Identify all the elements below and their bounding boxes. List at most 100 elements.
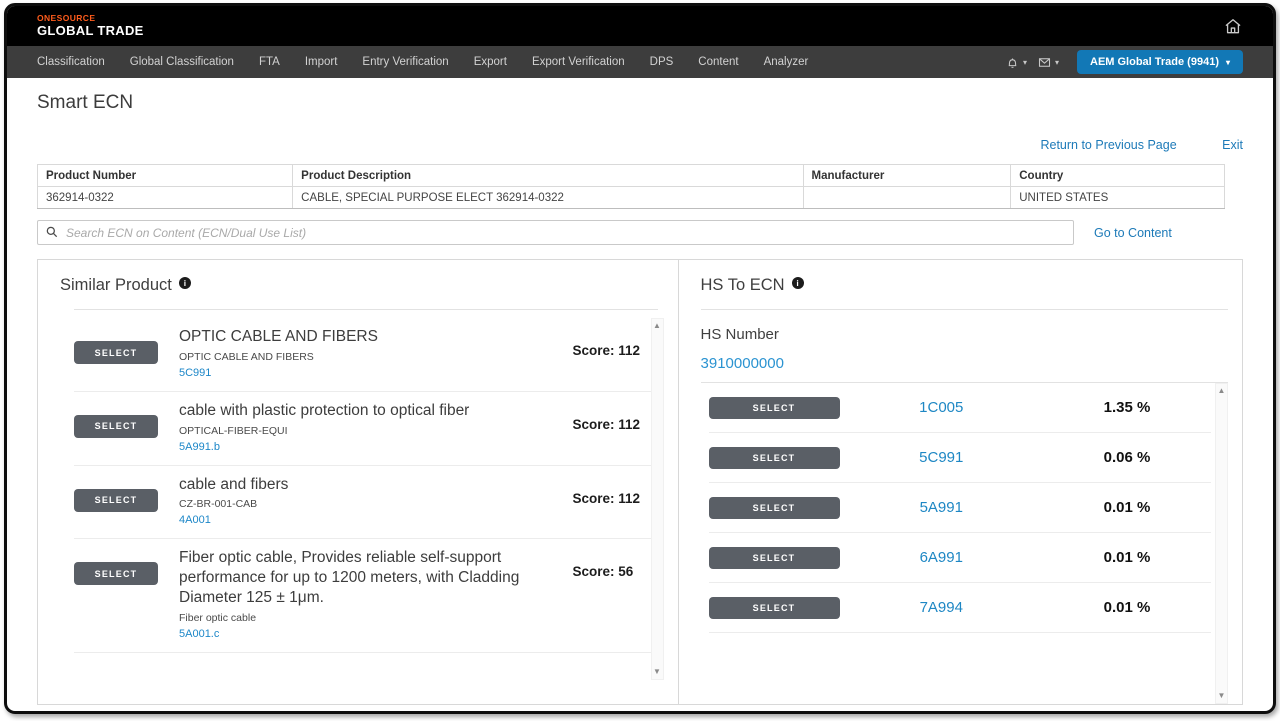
go-to-content-link[interactable]: Go to Content: [1094, 226, 1172, 240]
cell-country: UNITED STATES: [1011, 187, 1225, 209]
list-item: SELECT 5A991 0.01 %: [709, 483, 1211, 533]
ecn-code-link[interactable]: 5A991.b: [179, 441, 220, 453]
ecn-code-link[interactable]: 7A994: [840, 599, 1043, 616]
chevron-down-icon: ▾: [1055, 58, 1059, 67]
ecn-code-link[interactable]: 5C991: [179, 367, 211, 379]
nav-item-dps[interactable]: DPS: [650, 56, 674, 68]
item-title: OPTIC CABLE AND FIBERS: [179, 327, 563, 347]
ecn-code-link[interactable]: 5C991: [840, 449, 1043, 466]
nav-item-content[interactable]: Content: [698, 56, 738, 68]
similar-product-title: Similar Product i: [60, 276, 664, 295]
return-to-previous-page-link[interactable]: Return to Previous Page: [1040, 138, 1176, 152]
percent-value: 0.01 %: [1043, 499, 1211, 516]
list-item: SELECT cable and fibers CZ-BR-001-CAB 4A…: [74, 466, 651, 540]
scroll-down-icon[interactable]: ▼: [1218, 692, 1226, 700]
nav-item-entry-verification[interactable]: Entry Verification: [362, 56, 448, 68]
item-title: Fiber optic cable, Provides reliable sel…: [179, 548, 563, 607]
search-row: Go to Content: [37, 220, 1243, 245]
cell-product-description: CABLE, SPECIAL PURPOSE ELECT 362914-0322: [293, 187, 803, 209]
percent-value: 0.06 %: [1043, 449, 1211, 466]
nav-item-export-verification[interactable]: Export Verification: [532, 56, 625, 68]
brand-global-trade: GLOBAL TRADE: [37, 24, 144, 38]
col-header-product-description: Product Description: [293, 165, 803, 187]
search-icon: [45, 225, 59, 239]
select-button[interactable]: SELECT: [709, 497, 840, 519]
nav-item-global-classification[interactable]: Global Classification: [130, 56, 234, 68]
select-button[interactable]: SELECT: [74, 562, 158, 585]
similar-product-list-wrapper: SELECT OPTIC CABLE AND FIBERS OPTIC CABL…: [60, 318, 664, 680]
list-item: SELECT 7A994 0.01 %: [709, 583, 1211, 633]
nav-item-fta[interactable]: FTA: [259, 56, 280, 68]
list-item: SELECT 1C005 1.35 %: [709, 383, 1211, 433]
nav-right-cluster: ▾ ▾ AEM Global Trade (9941) ▾: [1005, 50, 1243, 74]
exit-link[interactable]: Exit: [1222, 138, 1243, 152]
results-panels: Similar Product i SELECT OPTIC CABLE AND…: [37, 259, 1243, 705]
score-label: Score: 112: [573, 327, 651, 358]
top-links: Return to Previous Page Exit: [37, 138, 1243, 152]
select-button[interactable]: SELECT: [74, 489, 158, 512]
nav-item-import[interactable]: Import: [305, 56, 338, 68]
product-table-header-row: Product Number Product Description Manuf…: [38, 165, 1225, 187]
ecn-code-link[interactable]: 1C005: [840, 399, 1043, 416]
list-item: SELECT Fiber optic cable, Provides relia…: [74, 539, 651, 652]
item-subtitle: OPTIC CABLE AND FIBERS: [179, 351, 563, 363]
ecn-code-link[interactable]: 4A001: [179, 514, 211, 526]
list-item: SELECT 5C991 0.06 %: [709, 433, 1211, 483]
item-subtitle: OPTICAL-FIBER-EQUI: [179, 425, 563, 437]
divider: [701, 309, 1228, 310]
item-title: cable and fibers: [179, 475, 563, 495]
col-header-manufacturer: Manufacturer: [803, 165, 1011, 187]
col-header-product-number: Product Number: [38, 165, 293, 187]
top-header: ONESOURCE GLOBAL TRADE: [7, 6, 1273, 46]
score-label: Score: 112: [573, 475, 651, 506]
page-content: Smart ECN Return to Previous Page Exit P…: [7, 78, 1273, 705]
info-icon[interactable]: i: [792, 277, 804, 289]
divider: [74, 309, 658, 310]
home-icon[interactable]: [1223, 16, 1243, 36]
scroll-up-icon[interactable]: ▲: [653, 322, 661, 330]
scrollbar[interactable]: ▲ ▼: [651, 318, 664, 680]
envelope-icon: [1037, 55, 1052, 70]
select-button[interactable]: SELECT: [709, 447, 840, 469]
bell-icon: [1005, 55, 1020, 70]
percent-value: 0.01 %: [1043, 549, 1211, 566]
ecn-code-link[interactable]: 5A001.c: [179, 628, 219, 640]
similar-product-panel: Similar Product i SELECT OPTIC CABLE AND…: [38, 260, 679, 704]
scroll-down-icon[interactable]: ▼: [653, 668, 661, 676]
select-button[interactable]: SELECT: [74, 341, 158, 364]
messages-menu[interactable]: ▾: [1037, 55, 1059, 70]
brand-logo: ONESOURCE GLOBAL TRADE: [37, 14, 144, 38]
hs-to-ecn-title-text: HS To ECN: [701, 276, 785, 295]
score-label: Score: 112: [573, 401, 651, 432]
select-button[interactable]: SELECT: [74, 415, 158, 438]
app-window: ONESOURCE GLOBAL TRADE Classification Gl…: [4, 3, 1276, 714]
similar-product-title-text: Similar Product: [60, 276, 172, 295]
scroll-up-icon[interactable]: ▲: [1218, 387, 1226, 395]
hs-list: SELECT 1C005 1.35 % SELECT 5C991 0.06 % …: [701, 383, 1215, 704]
list-item: SELECT 6A991 0.01 %: [709, 533, 1211, 583]
ecn-code-link[interactable]: 5A991: [840, 499, 1043, 516]
nav-item-analyzer[interactable]: Analyzer: [764, 56, 809, 68]
hs-number-label: HS Number: [701, 326, 1228, 343]
main-nav: Classification Global Classification FTA…: [7, 46, 1273, 78]
select-button[interactable]: SELECT: [709, 547, 840, 569]
select-button[interactable]: SELECT: [709, 397, 840, 419]
select-button[interactable]: SELECT: [709, 597, 840, 619]
product-table: Product Number Product Description Manuf…: [37, 164, 1225, 209]
search-field-wrapper: [37, 220, 1074, 245]
info-icon[interactable]: i: [179, 277, 191, 289]
col-header-country: Country: [1011, 165, 1225, 187]
chevron-down-icon: ▾: [1023, 58, 1027, 67]
similar-product-list: SELECT OPTIC CABLE AND FIBERS OPTIC CABL…: [60, 318, 651, 680]
nav-item-classification[interactable]: Classification: [37, 56, 105, 68]
scrollbar[interactable]: ▲ ▼: [1215, 383, 1228, 704]
hs-number-link[interactable]: 3910000000: [701, 355, 1228, 372]
nav-item-export[interactable]: Export: [474, 56, 507, 68]
chevron-down-icon: ▾: [1226, 58, 1230, 67]
item-subtitle: Fiber optic cable: [179, 612, 563, 624]
notifications-menu[interactable]: ▾: [1005, 55, 1027, 70]
cell-product-number: 362914-0322: [38, 187, 293, 209]
ecn-code-link[interactable]: 6A991: [840, 549, 1043, 566]
search-input[interactable]: [37, 220, 1074, 245]
account-dropdown-button[interactable]: AEM Global Trade (9941) ▾: [1077, 50, 1243, 74]
